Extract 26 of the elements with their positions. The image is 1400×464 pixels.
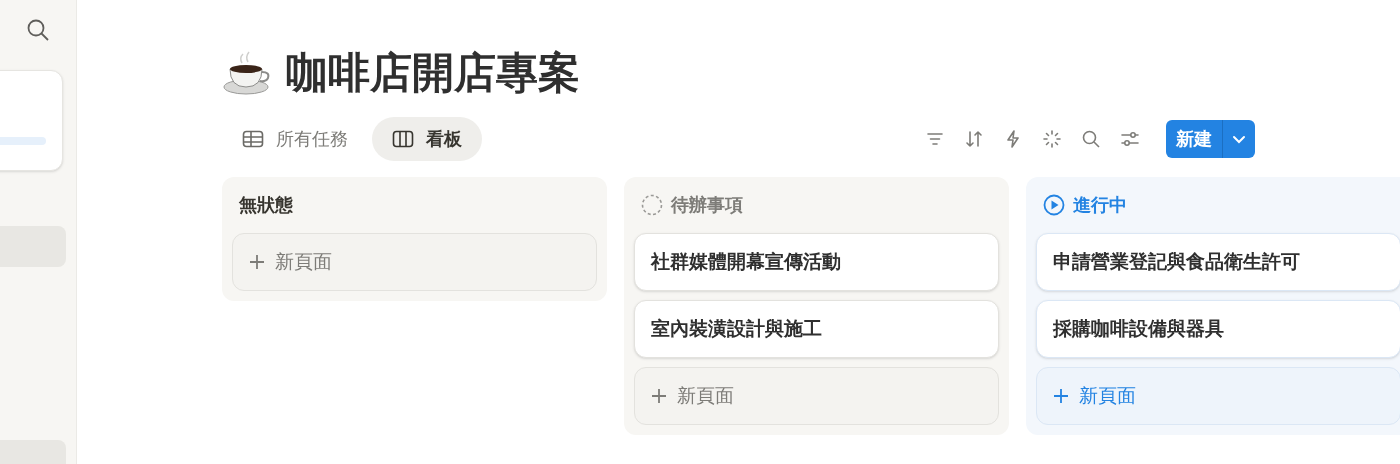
column-title: 待辦事項 [671,193,743,217]
view-tab[interactable]: 所有任務 [222,117,368,161]
task-card[interactable]: 室內裝潢設計與施工 [634,300,999,358]
search-icon[interactable] [26,18,50,42]
search-icon[interactable] [1081,129,1101,149]
dashed-circle-icon [641,194,663,216]
task-card[interactable]: 採購咖啡設備與器具 [1036,300,1400,358]
play-circle-icon [1043,194,1065,216]
task-card[interactable]: 社群媒體開幕宣傳活動 [634,233,999,291]
sort-icon[interactable] [964,129,984,149]
new-page-button[interactable]: 新頁面 [1036,367,1400,425]
view-tab[interactable]: 看板 [372,117,482,161]
plus-icon [249,254,265,270]
page-title: 咖啡店開店專案 [286,52,580,94]
plus-icon [1053,388,1069,404]
plus-icon [651,388,667,404]
new-page-button[interactable]: 新頁面 [634,367,999,425]
board-icon [392,130,414,148]
column-title: 無狀態 [239,193,293,217]
sliders-icon[interactable] [1120,129,1140,149]
table-icon [242,130,264,148]
new-button[interactable]: 新建 [1166,120,1223,158]
sparkle-icon[interactable] [1042,129,1062,149]
task-card[interactable]: 申請營業登記與食品衛生許可 [1036,233,1400,291]
column-title: 進行中 [1073,193,1127,217]
new-page-button[interactable]: 新頁面 [232,233,597,291]
